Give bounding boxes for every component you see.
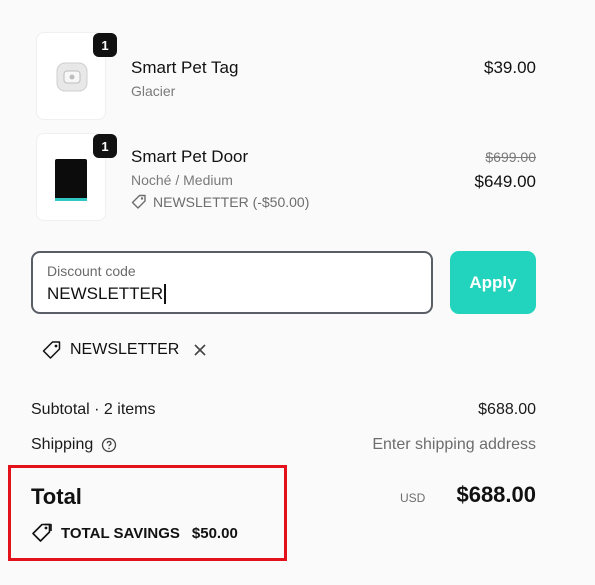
shipping-value: Enter shipping address [372, 436, 536, 453]
apply-button[interactable]: Apply [450, 251, 536, 314]
item-discount-text: NEWSLETTER (-$50.00) [153, 194, 310, 210]
quantity-badge: 1 [93, 134, 117, 158]
product-name: Smart Pet Door [131, 147, 249, 166]
product-name: Smart Pet Tag [131, 58, 239, 77]
line-item: 1 Smart Pet Door Noché / Medium NEWSLETT… [0, 120, 595, 230]
applied-code: NEWSLETTER [70, 341, 180, 358]
quantity-badge: 1 [93, 33, 117, 57]
item-discount: NEWSLETTER (-$50.00) [131, 194, 309, 210]
shipping-text: Shipping [31, 436, 94, 453]
shipping-label: Shipping [31, 436, 117, 454]
tag-icon [42, 341, 61, 359]
original-price: $699.00 [485, 149, 536, 165]
product-variant: Noché / Medium [131, 172, 233, 188]
discount-code-label: Discount code [47, 263, 136, 279]
subtotal-text: Subtotal · 2 items [31, 401, 156, 418]
highlight-box [8, 465, 287, 561]
line-item: 1 Smart Pet Tag Glacier $39.00 [0, 0, 595, 120]
currency-code: USD [400, 491, 426, 505]
help-icon[interactable] [101, 437, 117, 453]
text-caret [164, 284, 166, 304]
subtotal-value: $688.00 [478, 401, 536, 418]
product-variant: Glacier [131, 83, 176, 99]
remove-discount-icon[interactable] [191, 341, 209, 359]
product-price: $649.00 [474, 172, 536, 191]
discount-code-input[interactable]: NEWSLETTER [47, 284, 166, 304]
tag-icon [131, 194, 146, 209]
discount-code-value: NEWSLETTER [47, 284, 164, 303]
total-value: $688.00 [456, 482, 536, 507]
discount-code-field[interactable]: Discount code NEWSLETTER [31, 251, 433, 314]
subtotal-label: Subtotal · 2 items [31, 401, 156, 419]
product-price: $39.00 [484, 58, 536, 77]
applied-discount-chip: NEWSLETTER [42, 340, 209, 360]
